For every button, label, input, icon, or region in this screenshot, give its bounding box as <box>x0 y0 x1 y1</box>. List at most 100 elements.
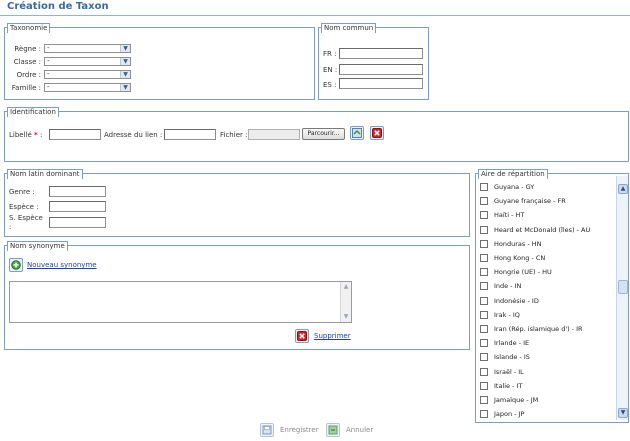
libelle-input[interactable] <box>49 129 101 140</box>
regne-label: Règne : <box>14 45 41 53</box>
add-synonym-button[interactable] <box>9 258 23 272</box>
aire-checkbox[interactable] <box>480 367 488 376</box>
cancel-button[interactable]: Annuler <box>326 423 373 437</box>
aire-item[interactable]: Irlande - IE <box>478 336 616 350</box>
ordre-select[interactable]: - ▼ <box>44 70 131 79</box>
ordre-label: Ordre : <box>16 71 41 79</box>
chevron-down-icon: ▼ <box>120 58 130 65</box>
aire-item-label: Italie - IT <box>494 381 523 390</box>
aire-checkbox[interactable] <box>480 239 488 248</box>
aire-checkbox[interactable] <box>480 268 488 277</box>
scroll-down-icon[interactable]: ▼ <box>341 312 351 322</box>
scroll-down-icon[interactable]: ▼ <box>618 408 628 418</box>
aire-item[interactable]: Heard et McDonald (îles) - AU <box>478 223 616 237</box>
aire-item[interactable]: Haïti - HT <box>478 208 616 222</box>
delete-icon <box>297 331 307 341</box>
espece-label: Espèce : <box>9 203 39 211</box>
delete-icon <box>372 128 382 138</box>
chevron-down-icon: ▼ <box>120 71 130 78</box>
aire-item[interactable]: Jersey (Royaume-Uni, territoire <box>478 421 616 422</box>
scroll-thumb[interactable] <box>618 280 628 294</box>
nom-latin-panel: Nom latin dominant Genre : Espèce : S. E… <box>4 169 470 237</box>
upload-button[interactable] <box>350 126 364 140</box>
clear-file-button[interactable] <box>370 126 384 140</box>
aire-checkbox[interactable] <box>480 254 488 263</box>
aire-item-label: Islande - IS <box>494 353 530 362</box>
aire-item-label: Heard et McDonald (îles) - AU <box>494 225 591 234</box>
aire-item-label: Israël - IL <box>494 367 524 376</box>
aire-checkbox[interactable] <box>480 282 488 291</box>
genre-input[interactable] <box>49 186 106 197</box>
delete-synonym-button[interactable] <box>295 329 309 343</box>
save-label: Enregistrer <box>280 426 319 434</box>
aire-item[interactable]: Israël - IL <box>478 364 616 378</box>
fr-input[interactable] <box>339 48 423 59</box>
s-espece-input[interactable] <box>49 217 106 228</box>
aire-checkbox[interactable] <box>480 296 488 305</box>
save-icon <box>260 423 274 437</box>
parcourir-button[interactable]: Parcourir... <box>302 128 345 140</box>
es-input[interactable] <box>339 78 423 89</box>
aire-checkbox[interactable] <box>480 197 488 206</box>
aire-checkbox[interactable] <box>480 183 488 192</box>
aire-item-label: Irak - IQ <box>494 310 520 319</box>
aire-checkbox[interactable] <box>480 211 488 220</box>
save-button[interactable]: Enregistrer <box>260 423 319 437</box>
adresse-label: Adresse du lien : <box>104 131 163 139</box>
aire-item[interactable]: Hongrie (UE) - HU <box>478 265 616 279</box>
s-espece-colon: : <box>9 223 12 231</box>
textarea-scrollbar[interactable]: ▲ ▼ <box>340 282 351 322</box>
aire-item[interactable]: Hong Kong - CN <box>478 251 616 265</box>
nom-latin-legend: Nom latin dominant <box>7 169 83 179</box>
aire-item[interactable]: Honduras - HN <box>478 237 616 251</box>
aire-item-label: Haïti - HT <box>494 211 525 220</box>
synonym-textarea[interactable]: ▲ ▼ <box>9 281 352 323</box>
en-input[interactable] <box>339 64 423 75</box>
required-marker: * <box>34 131 38 139</box>
add-icon <box>11 260 21 270</box>
aire-item-label: Hong Kong - CN <box>494 254 546 263</box>
aire-checkbox[interactable] <box>480 410 488 419</box>
aire-item-label: Indonésie - ID <box>494 296 539 305</box>
aire-checkbox[interactable] <box>480 381 488 390</box>
aire-item-label: Jamaïque - JM <box>494 395 539 404</box>
espece-input[interactable] <box>49 201 106 212</box>
aire-item[interactable]: Iran (Rép. islamique d') - IR <box>478 322 616 336</box>
aire-item[interactable]: Irak - IQ <box>478 308 616 322</box>
scroll-up-icon[interactable]: ▲ <box>341 282 351 292</box>
aire-item[interactable]: Italie - IT <box>478 379 616 393</box>
aire-item[interactable]: Japon - JP <box>478 407 616 421</box>
page-title: Création de Taxon <box>7 1 109 12</box>
nom-commun-panel: Nom commun FR : EN : ES : <box>318 23 429 100</box>
es-label: ES : <box>323 81 337 89</box>
aire-item[interactable]: Islande - IS <box>478 350 616 364</box>
identification-panel: Identification Libellé * : Adresse du li… <box>4 107 629 162</box>
aire-item[interactable]: Jamaïque - JM <box>478 393 616 407</box>
famille-select[interactable]: - ▼ <box>44 83 131 92</box>
upload-icon <box>352 128 362 138</box>
aire-item[interactable]: Inde - IN <box>478 279 616 293</box>
aire-item-label: Honduras - HN <box>494 239 542 248</box>
aire-item[interactable]: Indonésie - ID <box>478 294 616 308</box>
aire-item[interactable]: Guyane française - FR <box>478 194 616 208</box>
nouveau-synonyme-link[interactable]: Nouveau synonyme <box>27 261 97 269</box>
aire-checkbox[interactable] <box>480 310 488 319</box>
supprimer-link[interactable]: Supprimer <box>314 332 351 340</box>
aire-checkbox[interactable] <box>480 395 488 404</box>
aire-checkbox[interactable] <box>480 339 488 348</box>
aire-item[interactable]: Guyana - GY <box>478 180 616 194</box>
adresse-input[interactable] <box>164 129 216 140</box>
s-espece-label: S. Espèce <box>9 214 43 222</box>
taxonomie-panel: Taxonomie Règne : - ▼ Classe : - ▼ Ordre… <box>4 23 315 100</box>
aire-checkbox[interactable] <box>480 225 488 234</box>
famille-label: Famille : <box>11 84 41 92</box>
scroll-up-icon[interactable]: ▲ <box>618 184 628 194</box>
fichier-label: Fichier : <box>220 131 248 139</box>
classe-select[interactable]: - ▼ <box>44 57 131 66</box>
regne-select[interactable]: - ▼ <box>44 44 131 53</box>
aire-checkbox[interactable] <box>480 353 488 362</box>
aire-checkbox[interactable] <box>480 324 488 333</box>
aire-list: Guyana - GY Guyane française - FR Haïti - … <box>478 180 616 422</box>
genre-label: Genre : <box>9 188 35 196</box>
aire-scrollbar[interactable]: ▲ ▼ <box>616 176 628 420</box>
